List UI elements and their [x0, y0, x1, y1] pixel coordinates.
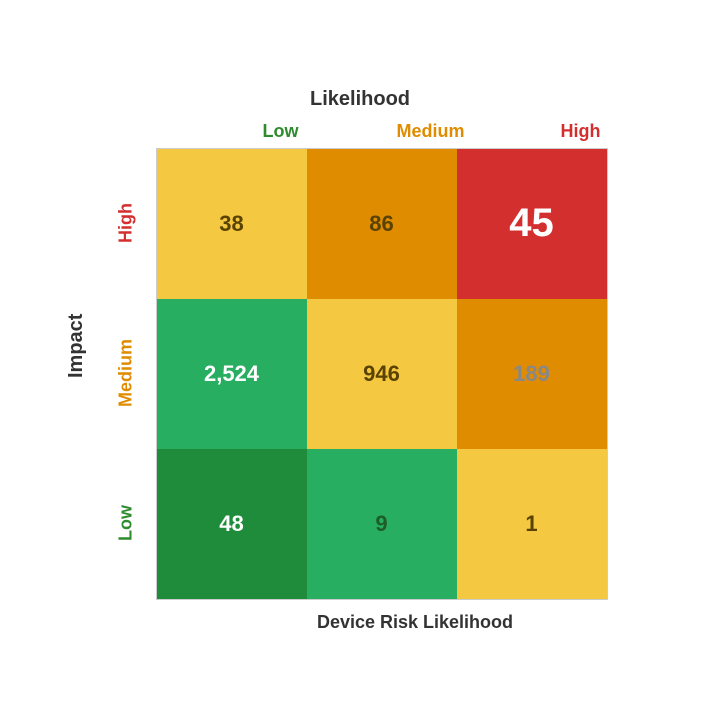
row-label-low: Low	[96, 448, 156, 598]
cell-value: 9	[375, 511, 387, 537]
col-headers: LowMediumHigh	[206, 121, 656, 148]
cell-r0-c1: 86	[307, 149, 457, 299]
row-labels: HighMediumLow	[96, 148, 156, 598]
col-header-medium: Medium	[356, 121, 506, 148]
col-header-high: High	[506, 121, 656, 148]
cell-r0-c0: 38	[157, 149, 307, 299]
row-labels-and-grid: HighMediumLow 38 86 45 2,524 946 189 48 9 1	[96, 148, 656, 600]
col-header-low: Low	[206, 121, 356, 148]
cell-r2-c2: 1	[457, 449, 607, 599]
bottom-title: Device Risk Likelihood	[317, 612, 513, 633]
matrix-grid: 38 86 45 2,524 946 189 48 9 1	[156, 148, 608, 600]
cell-value: 189	[513, 361, 550, 387]
cell-r2-c1: 9	[307, 449, 457, 599]
cell-value: 48	[219, 511, 243, 537]
cell-r2-c0: 48	[157, 449, 307, 599]
cell-value: 86	[369, 211, 393, 237]
row-label-medium: Medium	[96, 298, 156, 448]
cell-r1-c0: 2,524	[157, 299, 307, 449]
cell-r1-c2: 189	[457, 299, 607, 449]
cell-value: 38	[219, 211, 243, 237]
row-label-high: High	[96, 148, 156, 298]
cell-value: 2,524	[204, 361, 259, 387]
cell-r1-c1: 946	[307, 299, 457, 449]
cell-value: 946	[363, 361, 400, 387]
cell-value: 1	[525, 511, 537, 537]
cell-r0-c2: 45	[457, 149, 607, 299]
chart-container: Likelihood Impact LowMediumHigh HighMedi…	[65, 88, 656, 633]
top-title: Likelihood	[310, 88, 410, 111]
cell-value: 45	[509, 201, 554, 246]
y-axis-label: Impact	[65, 121, 88, 571]
